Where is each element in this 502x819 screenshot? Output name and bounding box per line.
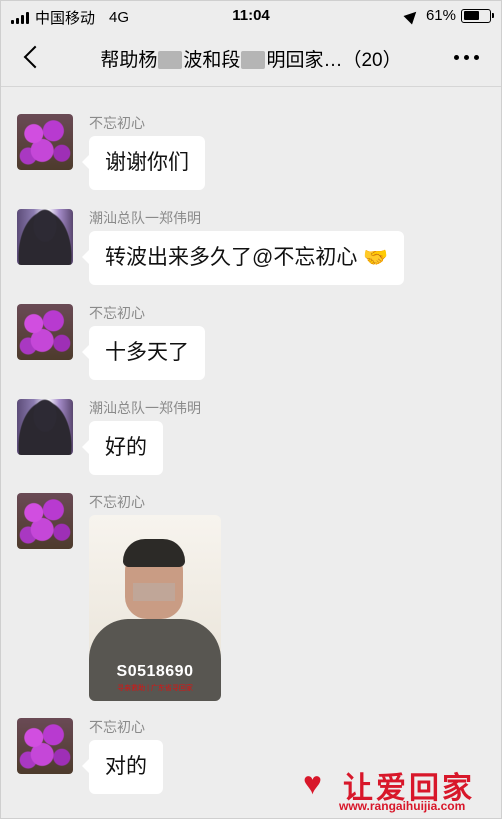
message-item: 不忘初心 S0518690 寻亲救助 | 广东省寻回家 — [17, 493, 221, 701]
sender-name: 不忘初心 — [89, 115, 145, 131]
sender-name: 不忘初心 — [89, 494, 145, 510]
sender-name: 潮汕总队一郑伟明 — [89, 210, 201, 226]
message-text: 转波出来多久了@不忘初心 — [105, 246, 358, 269]
watermark-url: www.rangaihuijia.com — [339, 799, 466, 813]
message-item: 潮汕总队一郑伟明 好的 — [17, 399, 201, 475]
photo-id-label: S0518690 — [116, 663, 194, 680]
back-icon[interactable] — [17, 43, 47, 73]
orchid-avatar[interactable] — [17, 114, 73, 170]
person-avatar[interactable] — [17, 399, 73, 455]
person-avatar[interactable] — [17, 209, 73, 265]
message-bubble[interactable]: 转波出来多久了@不忘初心 🤝 — [81, 231, 405, 285]
location-icon — [403, 7, 421, 24]
orchid-avatar[interactable] — [17, 493, 73, 549]
battery-fill — [463, 11, 479, 20]
orchid-avatar[interactable] — [17, 304, 73, 360]
message-bubble[interactable]: 谢谢你们 — [82, 136, 205, 190]
orchid-avatar[interactable] — [17, 718, 73, 774]
message-item: 不忘初心 对的 — [17, 718, 163, 794]
message-bubble[interactable]: 对的 — [82, 740, 163, 794]
handshake-icon: 🤝 — [363, 247, 389, 269]
photo-caption: 寻亲救助 | 广东省寻回家 — [117, 685, 193, 692]
status-right: 61% — [403, 7, 494, 24]
message-item: 潮汕总队一郑伟明 转波出来多久了@不忘初心 🤝 — [17, 209, 405, 285]
heart-icon: ♥ — [303, 765, 322, 801]
redaction-box — [158, 51, 183, 69]
chat-title-part1: 帮助杨 — [100, 50, 158, 71]
battery-icon — [461, 8, 494, 23]
chat-title: 帮助杨 波和段 明回家…（20） — [61, 45, 441, 72]
chat-title-part3: 明回家…（20） — [266, 50, 402, 71]
message-item: 不忘初心 十多天了 — [17, 304, 205, 380]
sender-name: 不忘初心 — [89, 305, 145, 321]
chat-title-part2: 波和段 — [183, 50, 241, 71]
sender-name: 潮汕总队一郑伟明 — [89, 400, 201, 416]
redaction-box — [241, 51, 266, 69]
status-bar: 中国移动 4G 11:04 61% — [1, 1, 501, 31]
chat-header: 帮助杨 波和段 明回家…（20） — [1, 31, 501, 87]
battery-percent: 61% — [425, 7, 456, 24]
more-icon[interactable] — [454, 49, 479, 66]
message-item: 不忘初心 谢谢你们 — [17, 114, 205, 190]
message-bubble[interactable]: 十多天了 — [82, 326, 205, 380]
chat-messages[interactable]: 不忘初心 谢谢你们 潮汕总队一郑伟明 转波出来多久了@不忘初心 🤝 不忘初心 十多… — [1, 88, 501, 818]
photo-person-hair — [123, 539, 185, 567]
photo-message[interactable]: S0518690 寻亲救助 | 广东省寻回家 — [89, 515, 221, 701]
sender-name: 不忘初心 — [89, 719, 145, 735]
watermark-logo: ♥ 让爱回家 www.rangaihuijia.com — [303, 763, 493, 815]
photo-mosaic — [133, 583, 175, 601]
message-bubble[interactable]: 好的 — [82, 421, 163, 475]
